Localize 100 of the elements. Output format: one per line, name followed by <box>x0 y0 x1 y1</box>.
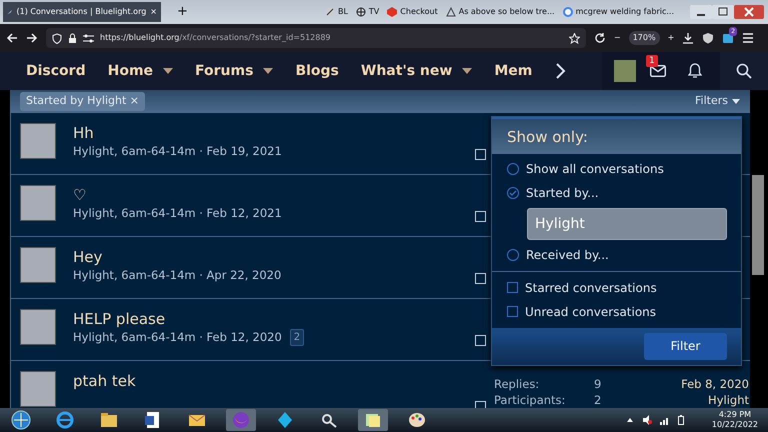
option-label: Started by... <box>526 184 599 202</box>
shield-icon[interactable] <box>702 32 714 44</box>
avatar-image[interactable] <box>20 185 56 221</box>
stat-extra: Hylight <box>708 392 749 408</box>
select-checkbox[interactable] <box>475 335 486 346</box>
mail-icon[interactable] <box>650 65 666 77</box>
browser-tab[interactable]: (1) Conversations | Bluelight.org × <box>3 2 161 22</box>
speaker-icon[interactable] <box>642 415 652 425</box>
zoom-out-button[interactable]: − <box>614 32 621 44</box>
bookmark[interactable]: TV <box>368 6 380 18</box>
nav-link[interactable]: Mem <box>494 60 532 82</box>
close-button[interactable] <box>734 5 764 19</box>
conversation-meta: Hylight, 6am-64-14m · Apr 22, 2020 <box>73 267 282 284</box>
conversation-meta: Hylight, 6am-64-14m · Feb 12, 2021 <box>73 205 282 222</box>
nav-link[interactable]: What's new <box>360 60 452 82</box>
filters-menu[interactable]: Filters <box>695 93 728 110</box>
conversation-meta: Hylight, 6am-64-14m · Feb 19, 2021 <box>73 143 282 160</box>
reload-icon[interactable] <box>594 32 606 44</box>
page-link[interactable]: 2 <box>290 329 304 346</box>
select-checkbox[interactable] <box>475 273 486 284</box>
filter-button[interactable]: Filter <box>644 332 727 360</box>
radio-button[interactable] <box>507 186 519 198</box>
nav-link[interactable]: Home <box>108 60 154 82</box>
maximize-button[interactable] <box>712 5 734 19</box>
stat-label: Participants: <box>494 392 566 408</box>
stat-value: 9 <box>594 376 602 392</box>
feather-icon <box>7 7 12 17</box>
menu-icon[interactable] <box>742 32 754 44</box>
tab-close-button[interactable]: × <box>150 6 157 18</box>
avatar-image[interactable] <box>20 123 56 159</box>
caret-up-icon[interactable] <box>626 417 634 423</box>
clock-date[interactable]: 10/22/2022 <box>712 420 758 430</box>
lock-icon <box>68 32 77 44</box>
zoom-level[interactable]: 170% <box>628 31 660 45</box>
conversation-meta: Hylight, 6am-64-14m · Feb 12, 2020 <box>73 329 282 346</box>
avatar-image[interactable] <box>20 247 56 283</box>
search-icon[interactable] <box>736 63 752 79</box>
conversation-title[interactable]: HELP please <box>73 309 304 329</box>
address-bar[interactable]: https://bluelight.org/xf/conversations/?starter_id=512889 <box>46 28 586 48</box>
triangle-icon <box>446 7 456 17</box>
folder-icon[interactable] <box>99 410 119 430</box>
checkbox[interactable] <box>507 306 518 317</box>
stat-label: Replies: <box>494 376 540 392</box>
caret-icon[interactable] <box>462 68 472 74</box>
nav-link[interactable]: Forums <box>195 60 254 82</box>
url-text: https://bluelight.org/xf/conversations/?starter_id=512889 <box>100 32 332 44</box>
stat-value: 2 <box>594 392 602 408</box>
option-label: Show all conversations <box>526 160 664 178</box>
shield-icon <box>52 32 62 44</box>
bell-icon[interactable] <box>688 63 702 79</box>
sliders-icon <box>83 34 94 42</box>
option-label: Starred conversations <box>525 280 657 296</box>
extension-icon[interactable] <box>722 32 734 44</box>
select-checkbox[interactable] <box>475 211 486 222</box>
select-checkbox[interactable] <box>475 149 486 160</box>
conversation-title[interactable]: ptah tek <box>73 371 136 391</box>
battery-icon[interactable] <box>678 415 684 425</box>
conversation-title[interactable]: ♡ <box>73 185 282 205</box>
bookmark[interactable]: mcgrew welding fabric... <box>576 6 674 18</box>
palette-icon[interactable] <box>407 410 427 430</box>
bookmark[interactable]: Checkout <box>400 6 438 18</box>
browser-e-icon[interactable] <box>55 410 75 430</box>
checkbox[interactable] <box>507 282 518 293</box>
caret-icon[interactable] <box>163 68 174 74</box>
zoom-in-button[interactable]: + <box>668 32 674 44</box>
signal-bars-icon[interactable] <box>660 415 670 425</box>
new-tab-button[interactable]: + <box>177 2 188 22</box>
download-icon[interactable] <box>682 32 694 44</box>
radio-button[interactable] <box>507 248 519 260</box>
option-label: Received by... <box>526 246 609 264</box>
radio-button[interactable] <box>507 162 519 174</box>
diamond-icon[interactable] <box>275 410 295 430</box>
conversation-title[interactable]: Hey <box>73 247 282 267</box>
forward-icon[interactable] <box>26 32 38 44</box>
star-icon[interactable] <box>569 32 580 44</box>
bookmark[interactable]: BL <box>338 6 348 18</box>
pill-icon <box>324 7 335 17</box>
tab-title: (1) Conversations | Bluelight.org <box>16 6 146 18</box>
scrollbar-thumb[interactable] <box>752 175 764 275</box>
hexagon-icon <box>387 7 398 17</box>
back-icon[interactable] <box>6 32 18 44</box>
conversation-title[interactable]: Hh <box>73 123 282 143</box>
check-icon <box>509 188 517 196</box>
minimize-button[interactable] <box>690 5 712 19</box>
caret-icon[interactable] <box>263 68 274 74</box>
stat-extra: Feb 8, 2020 <box>681 376 749 392</box>
clock-time[interactable]: 4:29 PM <box>712 410 758 420</box>
start-orb-icon[interactable] <box>11 410 31 430</box>
bookmark[interactable]: As above so below tre... <box>458 6 555 18</box>
avatar-image[interactable] <box>20 309 56 345</box>
notification-badge: 1 <box>646 55 658 67</box>
nav-link[interactable]: Blogs <box>295 60 339 82</box>
option-label: Unread conversations <box>525 304 656 320</box>
chip-close-icon[interactable]: × <box>130 94 139 108</box>
filter-chip[interactable]: Started by Hylight × <box>20 92 145 111</box>
name-input-field[interactable]: Hylight <box>527 208 727 240</box>
nav-link[interactable]: Discord <box>26 60 86 82</box>
globe-icon <box>356 7 366 17</box>
chevron-right-icon[interactable] <box>554 62 566 80</box>
popup-heading: Show only: <box>492 117 741 154</box>
